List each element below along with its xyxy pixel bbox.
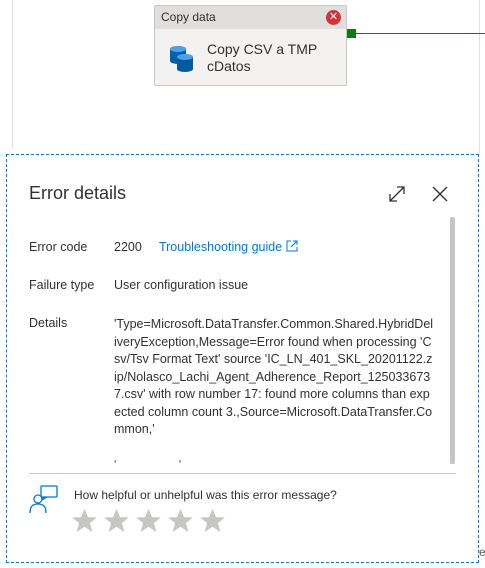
activity-header: Copy data ✕ [155, 6, 346, 29]
background-text-fragment: e [479, 545, 485, 559]
external-link-icon [286, 240, 298, 252]
copy-data-activity[interactable]: Copy data ✕ Copy CSV a TMP cDatos [154, 5, 347, 86]
star-icon[interactable] [71, 507, 98, 534]
success-connector [352, 33, 485, 34]
activity-name-line1: Copy CSV a TMP [207, 41, 318, 57]
failure-type-value: User configuration issue [114, 278, 249, 292]
error-code-row: 2200 Troubleshooting guide [114, 240, 298, 254]
error-icon[interactable]: ✕ [326, 10, 341, 25]
troubleshooting-guide-link[interactable]: Troubleshooting guide [159, 240, 298, 254]
close-icon[interactable] [430, 184, 450, 204]
canvas-edge-right [479, 0, 480, 155]
database-icon [170, 46, 193, 72]
star-icon[interactable] [167, 507, 194, 534]
success-output-port[interactable] [347, 29, 356, 38]
expand-icon[interactable] [387, 184, 407, 204]
star-icon[interactable] [103, 507, 130, 534]
canvas-edge-left [12, 0, 13, 148]
feedback-person-icon [29, 485, 58, 514]
details-scrollbar[interactable] [450, 217, 455, 464]
failure-type-label: Failure type [29, 278, 95, 292]
activity-type-label: Copy data [161, 10, 216, 24]
star-rating [71, 507, 226, 534]
error-details-panel: Error details Error code 2200 Troublesho… [6, 154, 479, 563]
error-code-value: 2200 [114, 240, 142, 254]
star-icon[interactable] [135, 507, 162, 534]
details-text: 'Type=Microsoft.DataTransfer.Common.Shar… [114, 317, 434, 436]
details-label: Details [29, 316, 68, 330]
error-code-label: Error code [29, 240, 88, 254]
activity-name: Copy CSV a TMP cDatos [207, 41, 317, 75]
activity-name-line2: cDatos [207, 58, 251, 74]
panel-title: Error details [29, 183, 127, 203]
divider [29, 473, 456, 474]
feedback-question: How helpful or unhelpful was this error … [74, 488, 337, 502]
star-icon[interactable] [199, 507, 226, 534]
details-overflow-text: '..................' [114, 458, 182, 467]
